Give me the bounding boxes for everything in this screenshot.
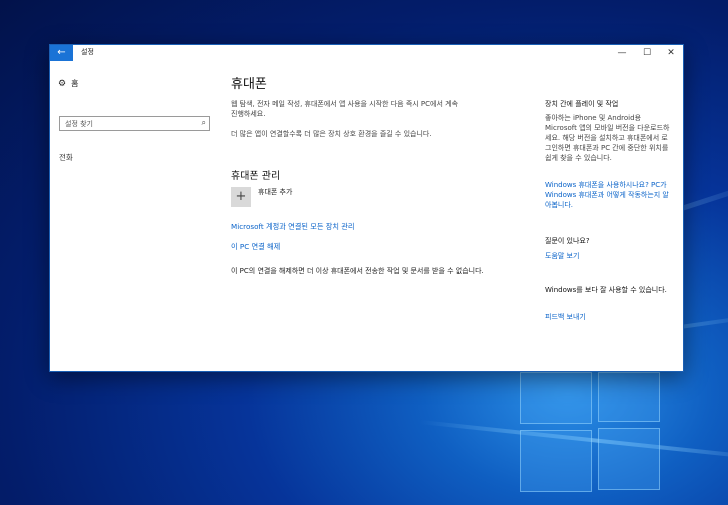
unlink-pc-link[interactable]: 이 PC 연결 해제	[231, 242, 280, 252]
search-placeholder: 설정 찾기	[65, 120, 93, 128]
search-icon[interactable]: ⌕	[202, 118, 206, 128]
home-label: 홈	[71, 79, 79, 88]
get-help-link[interactable]: 도움말 보기	[545, 251, 579, 261]
plus-icon: +	[235, 189, 247, 204]
unlink-description: 이 PC의 연결을 해제하면 더 이상 휴대폰에서 전송한 작업 및 문서를 받…	[231, 267, 484, 275]
apps-description: 더 많은 앱이 연결할수록 더 많은 장치 상호 환경을 즐길 수 있습니다.	[231, 130, 432, 138]
add-phone-label[interactable]: 휴대폰 추가	[258, 187, 292, 197]
windows-logo-pane	[520, 372, 592, 424]
related-description: 좋아하는 iPhone 및 Android용 Microsoft 앱의 모바일 …	[545, 114, 670, 162]
settings-search-input[interactable]: 설정 찾기 ⌕	[59, 116, 210, 131]
windows-logo-pane	[598, 428, 660, 490]
gear-icon: ⚙	[58, 78, 67, 89]
minimize-button[interactable]: —	[610, 45, 634, 61]
title-bar: ← 설정 — ☐ ✕	[50, 45, 683, 61]
window-title: 설정	[81, 48, 94, 56]
feedback-link[interactable]: 피드백 보내기	[545, 312, 586, 322]
windows-logo-pane	[598, 372, 660, 422]
home-link[interactable]: ⚙ 홈	[58, 78, 78, 89]
close-button[interactable]: ✕	[659, 45, 683, 61]
related-heading: 장치 간에 플레이 및 작업	[545, 100, 619, 108]
page-title: 휴대폰	[231, 77, 267, 92]
maximize-button[interactable]: ☐	[635, 45, 659, 61]
section-title: 휴대폰 관리	[231, 171, 281, 182]
question-heading: 질문이 있나요?	[545, 237, 590, 245]
windows-logo-pane	[520, 430, 592, 492]
sidebar: ⚙ 홈 설정 찾기 ⌕ 전화	[50, 61, 215, 371]
manage-devices-link[interactable]: Microsoft 계정과 연결된 모든 장치 관리	[231, 222, 354, 232]
sidebar-item-phone[interactable]: 전화	[59, 152, 73, 163]
settings-window: ← 설정 — ☐ ✕ ⚙ 홈 설정 찾기 ⌕ 전화 휴대폰 웹 탐색, 전자 메…	[49, 44, 684, 372]
add-phone-button[interactable]: +	[231, 187, 251, 207]
windows-phone-link[interactable]: Windows 휴대폰을 사용하시나요? PC가 Windows 휴대폰과 어떻…	[545, 180, 673, 210]
improve-heading: Windows를 보다 잘 사용할 수 있습니다.	[545, 286, 667, 294]
back-button[interactable]: ←	[50, 45, 73, 61]
back-arrow-icon: ←	[57, 47, 66, 58]
phone-description: 웹 탐색, 전자 메일 작성, 휴대폰에서 앱 사용을 시작한 다음 즉시 PC…	[231, 100, 459, 118]
